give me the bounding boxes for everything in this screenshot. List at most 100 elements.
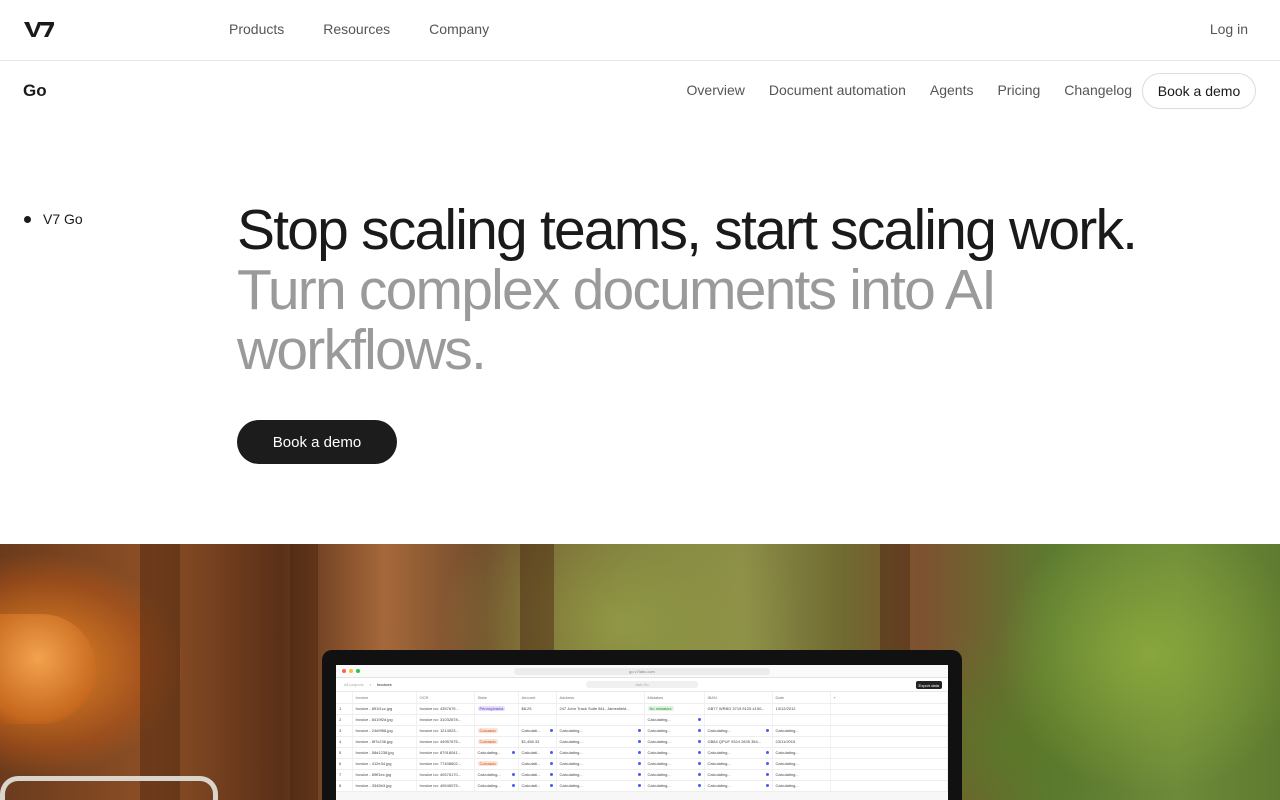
processing-dot-icon: [637, 773, 641, 776]
ask-go-search: Ask Go: [586, 681, 698, 688]
table-cell: 4: [336, 736, 353, 748]
wood-beam: [140, 544, 180, 800]
hero-section: Stop scaling teams, start scaling work. …: [237, 200, 1247, 380]
column-header-invoice: Invoice: [352, 692, 417, 704]
table-cell: Colorado: [474, 736, 519, 748]
maximize-dot-icon: [356, 669, 360, 673]
menu-item-resources[interactable]: Resources: [323, 21, 390, 37]
table-cell: [830, 769, 948, 781]
processing-dot-icon: [637, 751, 641, 754]
column-header-state: State: [474, 692, 519, 704]
table-cell: Invoice - 58d1238.jpg: [352, 747, 417, 759]
table-cell: Invoice no: 44957675...: [416, 736, 475, 748]
book-demo-nav-button[interactable]: Book a demo: [1142, 73, 1256, 109]
table-cell: Invoice - 24d9f58.jpg: [352, 725, 417, 737]
processing-dot-icon: [697, 784, 701, 787]
breadcrumb-root: All projects: [344, 682, 364, 687]
table-cell: 23/11/2015: [772, 736, 831, 748]
product-subnav: Go Overview Document automation Agents P…: [0, 61, 1280, 121]
column-header-date: Date: [772, 692, 831, 704]
table-cell: Calculating...: [704, 725, 773, 737]
table-cell: Invoice no: 40576170...: [416, 769, 475, 781]
table-row: 7 Invoice - 89ff1ec.jpg Invoice no: 405761…: [336, 769, 948, 781]
subnav-link-overview[interactable]: Overview: [687, 82, 745, 98]
table-cell: Calculating...: [474, 780, 519, 792]
add-column-icon: +: [830, 692, 948, 704]
laptop-screen: go.v7labs.com All projects › Invoices As…: [336, 665, 948, 800]
table-cell: [704, 714, 773, 726]
url-bar: go.v7labs.com: [514, 668, 770, 675]
table-cell: Invoice - 891f1cc.jpg: [352, 703, 417, 715]
table-cell: Calculating...: [644, 769, 705, 781]
table-cell: $1,458.33: [518, 736, 557, 748]
table-cell: No mistakes: [644, 703, 705, 715]
processing-dot-icon: [697, 773, 701, 776]
breadcrumb-separator: ›: [369, 682, 371, 687]
table-cell: GB77 WRBG 3715 5125 4150...: [704, 703, 773, 715]
table-cell: Calculating...: [644, 736, 705, 748]
table-cell: Colorado: [474, 758, 519, 770]
processing-dot-icon: [511, 751, 515, 754]
table-cell: Invoice no: 1214923...: [416, 725, 475, 737]
table-cell: Invoice - 89ff1ec.jpg: [352, 769, 417, 781]
table-cell: Calculating...: [704, 758, 773, 770]
processing-dot-icon: [637, 784, 641, 787]
subnav-link-document-automation[interactable]: Document automation: [769, 82, 906, 98]
menu-item-products[interactable]: Products: [229, 21, 284, 37]
table-cell: Invoice no: 87918041...: [416, 747, 475, 759]
table-cell: $8.25: [518, 703, 557, 715]
close-dot-icon: [342, 669, 346, 673]
table-cell: 8: [336, 780, 353, 792]
processing-dot-icon: [549, 751, 553, 754]
table-cell: Calculating...: [474, 747, 519, 759]
subnav-link-changelog[interactable]: Changelog: [1064, 82, 1132, 98]
table-cell: [830, 747, 948, 759]
book-demo-hero-button[interactable]: Book a demo: [237, 420, 397, 464]
table-cell: Calculating...: [704, 769, 773, 781]
laptop-mockup: go.v7labs.com All projects › Invoices As…: [322, 650, 962, 800]
table-cell: 13/12/2012: [772, 703, 831, 715]
table-row: 5 Invoice - 58d1238.jpg Invoice no: 879180…: [336, 747, 948, 759]
hero-headline: Stop scaling teams, start scaling work.: [237, 198, 1138, 262]
browser-bar: go.v7labs.com: [336, 665, 948, 678]
column-header-mistakes: Mistakes: [644, 692, 705, 704]
table-cell: Colorado: [474, 725, 519, 737]
login-link[interactable]: Log in: [1210, 21, 1248, 37]
subnav-link-pricing[interactable]: Pricing: [997, 82, 1040, 98]
invoice-table: Invoice OCR State Amount Address Mistake…: [336, 692, 948, 792]
product-brand[interactable]: Go: [23, 81, 47, 101]
processing-dot-icon: [637, 762, 641, 765]
section-label: V7 Go: [43, 211, 83, 227]
table-cell: Invoice - 8419f2d.jpg: [352, 714, 417, 726]
table-cell: Invoice no: 31032678...: [416, 714, 475, 726]
table-cell: Invoice no: 49545075...: [416, 780, 475, 792]
column-header-amount: Amount: [518, 692, 557, 704]
table-cell: 6: [336, 758, 353, 770]
processing-dot-icon: [637, 729, 641, 732]
column-header-address: Address: [556, 692, 645, 704]
processing-dot-icon: [549, 773, 553, 776]
table-cell: Pennsylvania: [474, 703, 519, 715]
v7-logo[interactable]: [24, 19, 54, 39]
table-cell: [830, 703, 948, 715]
subnav-link-agents[interactable]: Agents: [930, 82, 974, 98]
app-toolbar: All projects › Invoices Ask Go Export da…: [336, 678, 948, 692]
processing-dot-icon: [765, 751, 769, 754]
table-row: 8 Invoice - 3345b3.jpg Invoice no: 4954507…: [336, 780, 948, 792]
processing-dot-icon: [549, 729, 553, 732]
table-cell: Calculating...: [474, 769, 519, 781]
table-cell: Invoice - 412e34.jpg: [352, 758, 417, 770]
processing-dot-icon: [697, 740, 701, 743]
table-cell: Calculating...: [644, 714, 705, 726]
table-cell: Calculating...: [772, 780, 831, 792]
table-cell: Calculating...: [704, 747, 773, 759]
row-number-header: [336, 692, 353, 704]
table-header-row: Invoice OCR State Amount Address Mistake…: [336, 692, 948, 704]
section-indicator: V7 Go: [24, 211, 83, 227]
table-cell: [830, 736, 948, 748]
table-cell: Invoice no: 4357679...: [416, 703, 475, 715]
processing-dot-icon: [697, 751, 701, 754]
table-row: 2 Invoice - 8419f2d.jpg Invoice no: 310326…: [336, 714, 948, 726]
top-navigation: Products Resources Company Log in: [0, 0, 1280, 61]
menu-item-company[interactable]: Company: [429, 21, 489, 37]
